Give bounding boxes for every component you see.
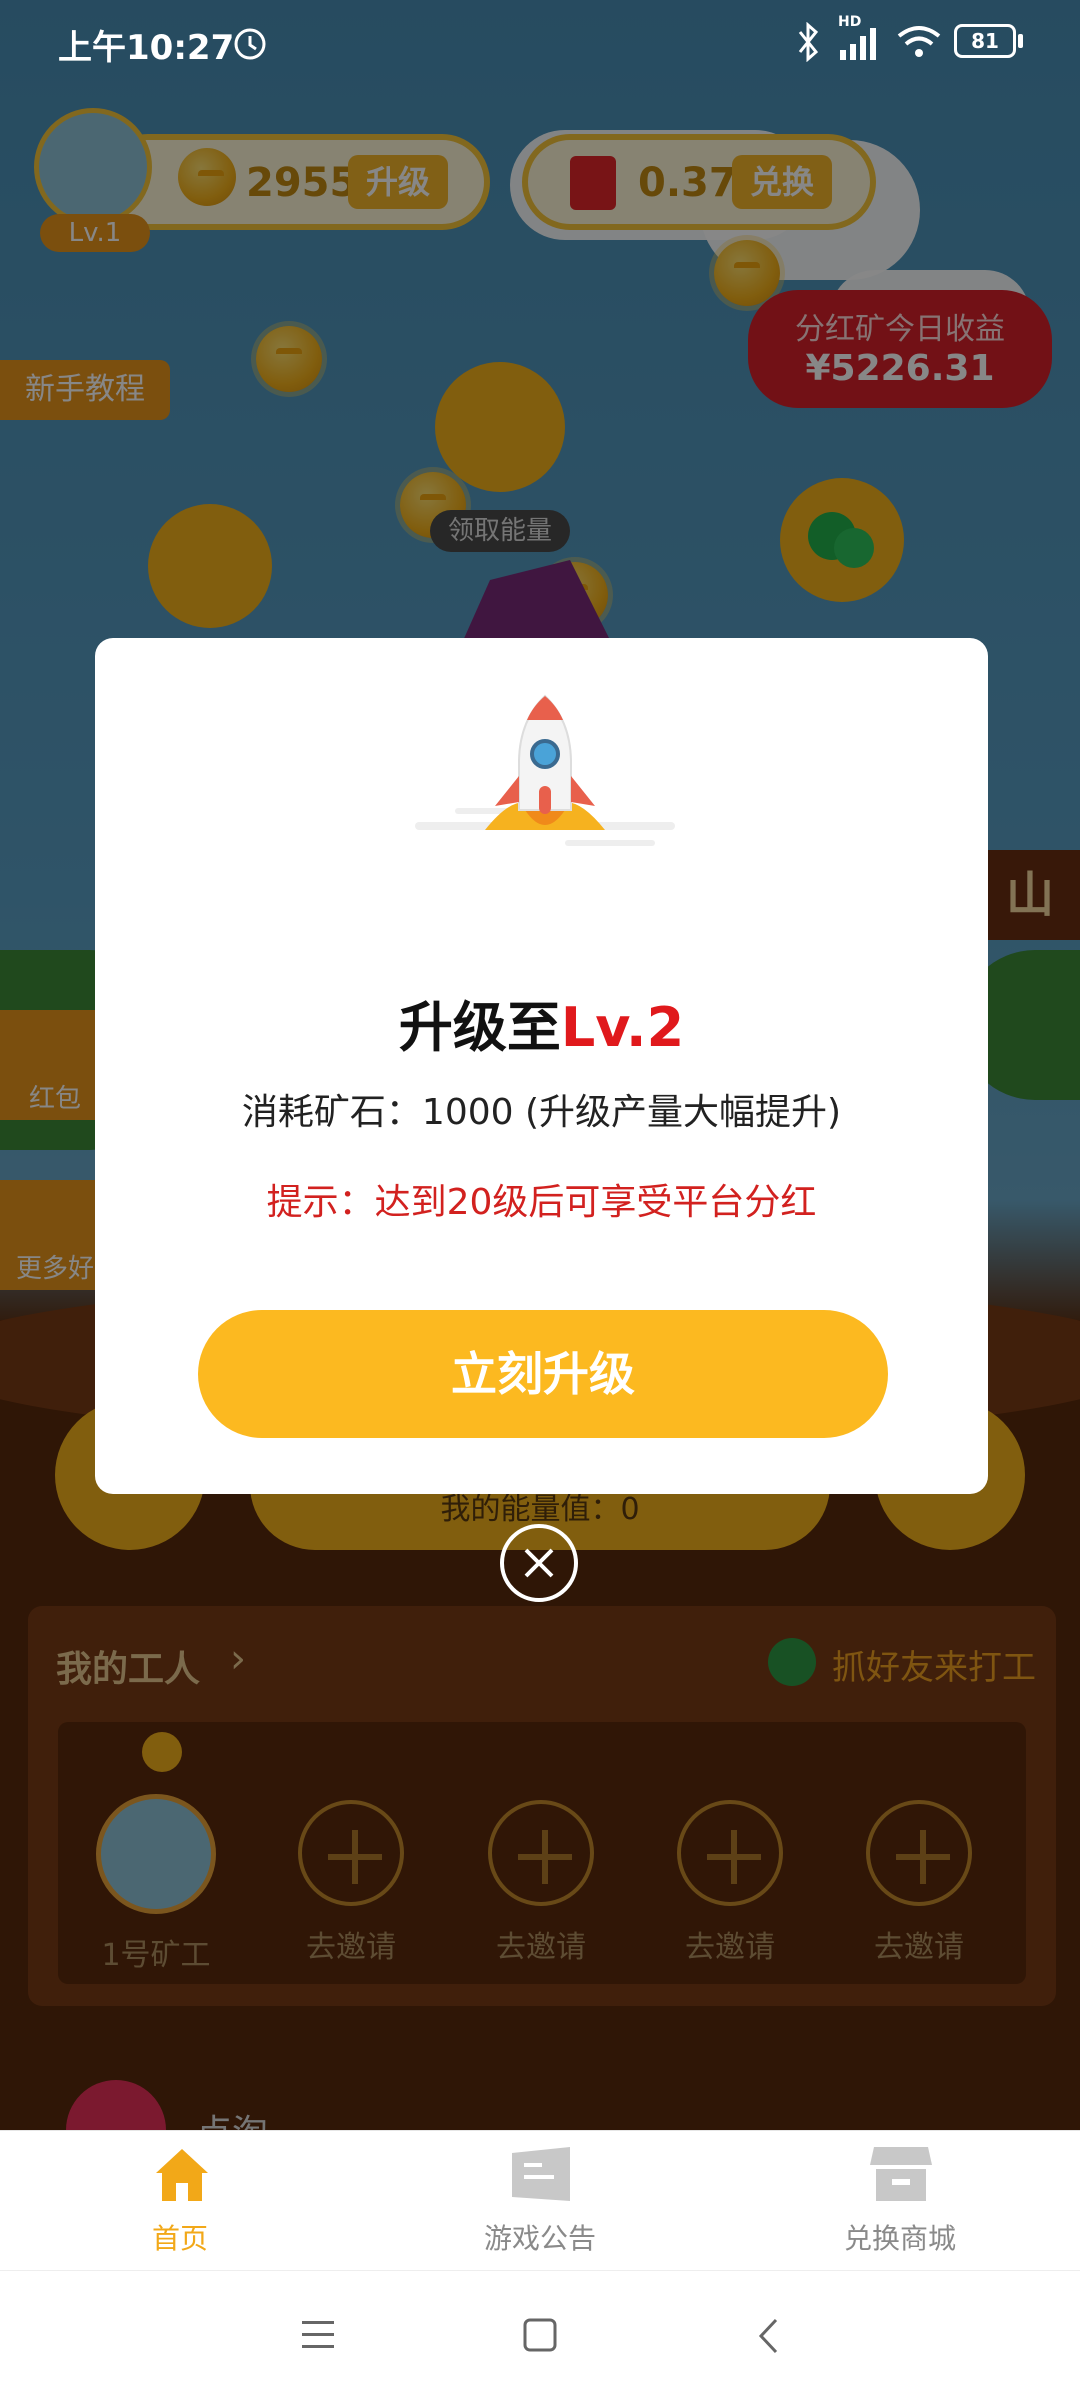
dialog-title-level: Lv.2 xyxy=(560,996,685,1059)
upgrade-tip-text: 提示：达到20级后可享受平台分红 xyxy=(266,1182,817,1223)
dialog-title-prefix: 升级至 xyxy=(398,996,561,1059)
notice-icon xyxy=(512,2147,570,2201)
close-icon[interactable] xyxy=(500,1524,578,1602)
store-icon xyxy=(870,2147,932,2201)
battery-icon: 81 xyxy=(954,24,1016,58)
tab-notice[interactable]: 游戏公告 xyxy=(360,2131,720,2271)
battery-tip xyxy=(1018,34,1023,48)
tab-store-label: 兑换商城 xyxy=(843,2222,956,2255)
menu-icon[interactable] xyxy=(300,2319,336,2351)
home-square-icon[interactable] xyxy=(522,2317,558,2353)
system-navigation-bar xyxy=(0,2270,1080,2401)
status-bar: 上午10:27 HD 81 xyxy=(0,0,1080,84)
dialog-title: 升级至Lv.2 xyxy=(95,983,988,1062)
status-time: 上午10:27 xyxy=(58,28,235,68)
tab-home[interactable]: 首页 xyxy=(0,2131,360,2271)
wifi-icon xyxy=(897,26,941,57)
signal-icon xyxy=(840,28,876,60)
tab-home-label: 首页 xyxy=(151,2222,208,2255)
confirm-upgrade-button[interactable]: 立刻升级 xyxy=(198,1310,888,1438)
bottom-tab-bar: 首页 游戏公告 兑换商城 xyxy=(0,2130,1080,2271)
back-icon[interactable] xyxy=(756,2317,780,2355)
home-icon xyxy=(156,2149,208,2201)
upgrade-dialog: 升级至Lv.2 消耗矿石：1000 (升级产量大幅提升) 提示：达到20级后可享… xyxy=(95,638,988,1494)
tab-store[interactable]: 兑换商城 xyxy=(720,2131,1080,2271)
alarm-icon xyxy=(234,28,266,60)
rocket-icon xyxy=(415,694,675,846)
tab-notice-label: 游戏公告 xyxy=(483,2222,596,2255)
battery-level: 81 xyxy=(971,29,999,53)
upgrade-cost-text: 消耗矿石：1000 (升级产量大幅提升) xyxy=(241,1092,842,1133)
bluetooth-icon xyxy=(798,22,819,62)
